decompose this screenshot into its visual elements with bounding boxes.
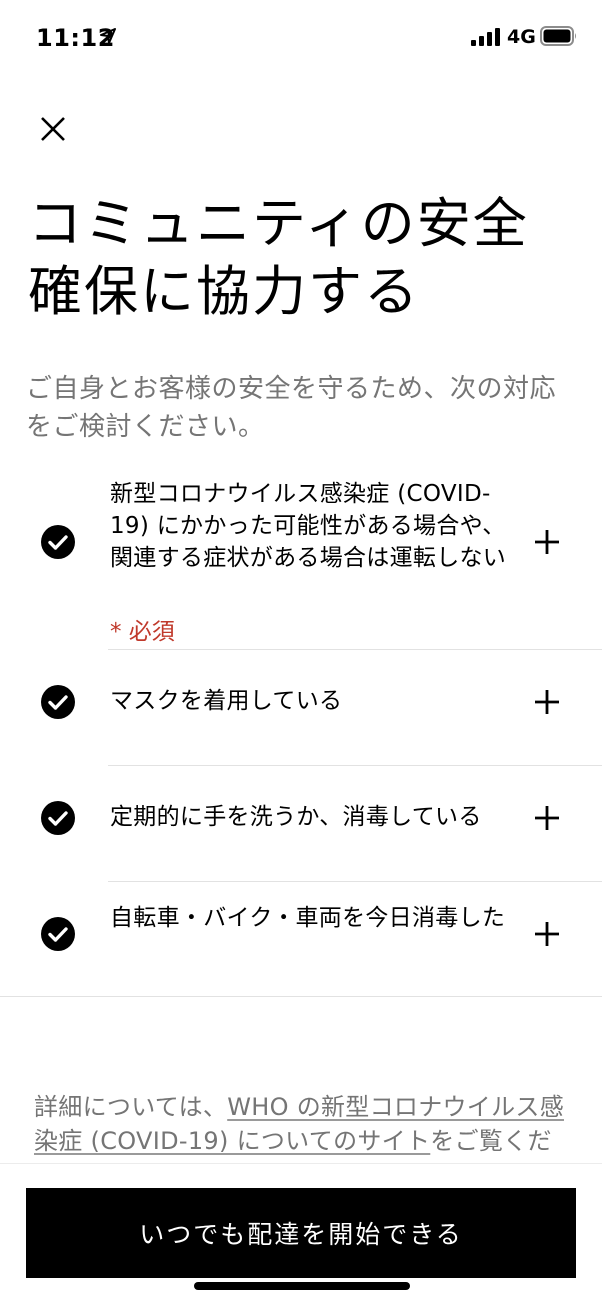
plus-icon[interactable]: [532, 687, 562, 717]
check-circle-icon: [41, 525, 75, 559]
signal-icon: [471, 28, 500, 46]
divider: [108, 881, 602, 882]
close-icon[interactable]: [30, 106, 76, 152]
plus-icon[interactable]: [532, 527, 562, 557]
plus-icon[interactable]: [532, 803, 562, 833]
page-subtitle: ご自身とお客様の安全を守るため、次の対応をご検討ください。: [26, 374, 557, 442]
scroll-fade: [0, 1156, 602, 1172]
required-label: * 必須: [110, 619, 175, 645]
info-text: 詳細については、WHO の新型コロナウイルス感染症 (COVID-19) につい…: [34, 1090, 574, 1164]
divider: [108, 765, 602, 766]
page-title-line1: コミュニティの安全: [28, 192, 529, 255]
status-bar: 11:12 4G: [0, 0, 602, 76]
check-circle-icon: [41, 801, 75, 835]
page-title-line2: 確保に協力する: [28, 260, 420, 323]
checklist-item-label: 定期的に手を洗うか、消毒している: [110, 804, 482, 830]
check-circle-icon: [41, 685, 75, 719]
checklist-item-label: 新型コロナウイルス感染症 (COVID-19) にかかった可能性がある場合や、関…: [110, 481, 507, 571]
divider: [108, 649, 602, 650]
check-circle-icon: [41, 917, 75, 951]
location-arrow-icon: [100, 28, 116, 44]
network-label: 4G: [507, 26, 536, 48]
home-indicator: [194, 1282, 410, 1290]
page-title: コミュニティの安全 確保に協力する: [28, 190, 588, 326]
section-divider: [0, 996, 602, 997]
plus-icon[interactable]: [532, 919, 562, 949]
battery-icon: [540, 26, 576, 46]
start-delivery-button[interactable]: いつでも配達を開始できる: [26, 1188, 576, 1278]
info-prefix: 詳細については、: [34, 1093, 228, 1121]
footer-divider: [0, 1163, 602, 1164]
checklist-item-label: マスクを着用している: [110, 688, 343, 714]
checklist-item-label: 自転車・バイク・車両を今日消毒した: [110, 905, 506, 931]
